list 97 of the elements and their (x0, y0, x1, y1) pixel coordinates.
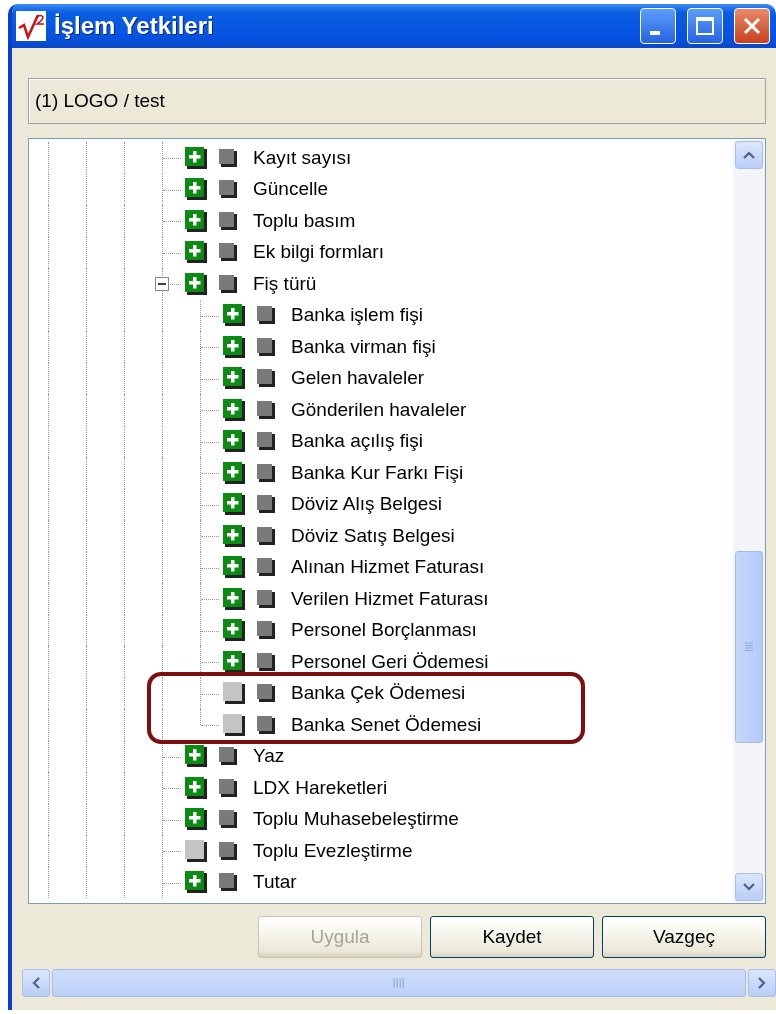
empty-square-icon[interactable] (223, 682, 245, 705)
maximize-button[interactable] (687, 8, 723, 44)
square-icon (257, 400, 275, 419)
plus-icon[interactable] (223, 398, 245, 421)
tree-item-label[interactable]: Banka Kur Farkı Fişi (291, 461, 464, 484)
scroll-thumb[interactable] (735, 551, 763, 743)
scroll-grip-icon (393, 977, 405, 989)
tree-item-label[interactable]: Toplu basım (253, 209, 356, 232)
app-logo-icon (16, 11, 46, 41)
empty-square-icon[interactable] (185, 839, 207, 862)
square-icon (257, 621, 275, 640)
tree-item-label[interactable]: Banka virman fişi (291, 335, 436, 358)
plus-icon[interactable] (223, 650, 245, 673)
tree-item-label[interactable]: Tutar (253, 871, 297, 894)
tree-item-label[interactable]: Banka Çek Ödemesi (291, 682, 466, 705)
tree-item-label[interactable]: Gönderilen havaleler (291, 398, 467, 421)
scroll-up-button[interactable] (735, 141, 763, 169)
close-icon (742, 16, 762, 36)
plus-icon[interactable] (223, 304, 245, 327)
scroll-right-button[interactable] (748, 969, 776, 997)
square-icon (219, 180, 237, 199)
collapse-icon[interactable] (155, 277, 169, 291)
chevron-up-icon (743, 151, 755, 159)
plus-icon[interactable] (185, 871, 207, 894)
square-icon (257, 715, 275, 734)
tree-item-label[interactable]: Verilen Hizmet Faturası (291, 587, 489, 610)
tree-item-label[interactable]: Personel Borçlanması (291, 619, 477, 642)
minimize-icon (650, 31, 660, 35)
dialog-button[interactable]: Kaydet (430, 916, 594, 958)
plus-icon[interactable] (223, 430, 245, 453)
tree-item-label[interactable]: Gelen havaleler (291, 367, 425, 390)
scroll-down-button[interactable] (735, 873, 763, 901)
close-button[interactable] (734, 8, 770, 44)
square-icon (257, 337, 275, 356)
minimize-button[interactable] (640, 8, 676, 44)
maximize-icon (695, 16, 715, 36)
scroll-grip-icon (744, 642, 754, 652)
tree-item-label[interactable]: LDX Hareketleri (253, 776, 388, 799)
square-icon (219, 148, 237, 167)
square-icon (257, 495, 275, 514)
tree-item-label[interactable]: Döviz Alış Belgesi (291, 493, 442, 516)
tree-item-label[interactable]: Toplu Muhasebeleştirme (253, 808, 459, 831)
plus-icon[interactable] (185, 146, 207, 169)
plus-icon[interactable] (223, 461, 245, 484)
tree-item-label[interactable]: Kayıt sayısı (253, 146, 352, 169)
empty-square-icon[interactable] (223, 713, 245, 736)
chevron-down-icon (743, 883, 755, 891)
plus-icon[interactable] (223, 587, 245, 610)
square-icon (257, 369, 275, 388)
plus-icon[interactable] (185, 241, 207, 264)
plus-icon[interactable] (223, 335, 245, 358)
plus-icon[interactable] (185, 272, 207, 295)
tree-item-label[interactable]: Toplu Evezleştirme (253, 839, 413, 862)
plus-icon[interactable] (223, 619, 245, 642)
tree-item-label[interactable]: Ek bilgi formları (253, 241, 384, 264)
square-icon (219, 810, 237, 829)
window-title: İşlem Yetkileri (54, 12, 215, 40)
plus-icon[interactable] (185, 209, 207, 232)
plus-icon[interactable] (185, 178, 207, 201)
square-icon (219, 873, 237, 892)
tree-item-label[interactable]: Alınan Hizmet Faturası (291, 556, 485, 579)
plus-icon[interactable] (185, 776, 207, 799)
tree-item-label[interactable]: Yaz (253, 745, 285, 768)
square-icon (219, 274, 237, 293)
tree-item-label[interactable]: Personel Geri Ödemesi (291, 650, 489, 673)
dialog-button[interactable]: Vazgeç (602, 916, 766, 958)
square-icon (219, 211, 237, 230)
vertical-scrollbar[interactable] (733, 139, 765, 903)
tree-item-label[interactable]: Güncelle (253, 178, 328, 201)
plus-icon[interactable] (223, 524, 245, 547)
square-icon (257, 684, 275, 703)
plus-icon[interactable] (223, 556, 245, 579)
scroll-left-button[interactable] (22, 969, 50, 997)
square-icon (257, 526, 275, 545)
tree-item-label[interactable]: Banka açılış fişi (291, 430, 423, 453)
square-icon (219, 747, 237, 766)
plus-icon[interactable] (185, 808, 207, 831)
square-icon (257, 463, 275, 482)
plus-icon[interactable] (223, 367, 245, 390)
plus-icon[interactable] (185, 745, 207, 768)
chevron-right-icon (758, 977, 766, 989)
tree-item-label[interactable]: Fiş türü (253, 272, 317, 295)
chevron-left-icon (32, 977, 40, 989)
plus-icon[interactable] (223, 493, 245, 516)
header-text: (1) LOGO / test (35, 90, 165, 112)
square-icon (257, 652, 275, 671)
square-icon (219, 243, 237, 262)
tree-item-label[interactable]: Banka işlem fişi (291, 304, 423, 327)
square-icon (257, 558, 275, 577)
square-icon (257, 589, 275, 608)
tree-item-label[interactable]: Banka Senet Ödemesi (291, 713, 482, 736)
horizontal-scroll-thumb[interactable] (52, 969, 746, 997)
square-icon (219, 841, 237, 860)
square-icon (257, 432, 275, 451)
tree-item-label[interactable]: Döviz Satış Belgesi (291, 524, 455, 547)
square-icon (257, 306, 275, 325)
square-icon (219, 778, 237, 797)
